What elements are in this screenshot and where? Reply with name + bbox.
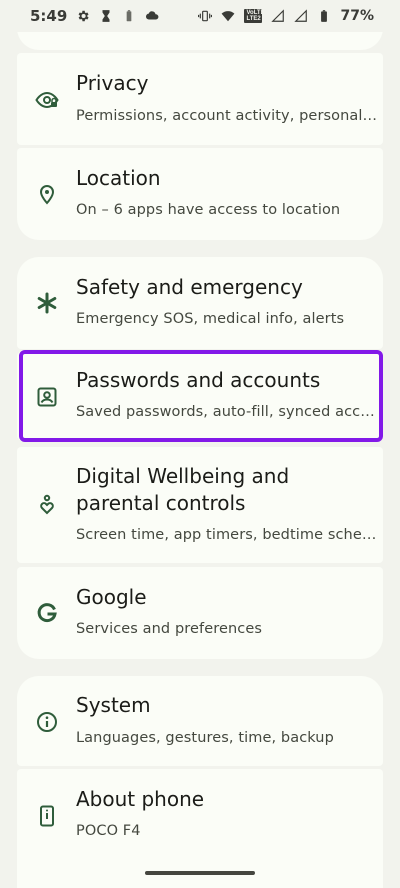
- google-subtitle: Services and preferences: [76, 621, 263, 637]
- gesture-nav-handle[interactable]: [145, 871, 255, 875]
- about-title: About phone: [76, 787, 205, 811]
- system-subtitle: Languages, gestures, time, backup: [76, 730, 334, 746]
- battery-percent: 77%: [340, 8, 374, 24]
- wellbeing-title: Digital Wellbeing and parental controls: [76, 464, 290, 515]
- about-subtitle: POCO F4: [76, 823, 141, 839]
- hourglass-icon: [99, 9, 113, 23]
- google-title: Google: [76, 585, 147, 609]
- system-title: System: [76, 693, 151, 717]
- wifi-icon: [221, 9, 235, 23]
- settings-item-location[interactable]: Location On – 6 apps have access to loca…: [17, 148, 383, 240]
- gear-icon: [76, 9, 90, 23]
- info-circle-icon: [35, 710, 59, 734]
- signal-icon-2: [294, 9, 308, 23]
- location-subtitle: On – 6 apps have access to location: [76, 202, 341, 218]
- settings-item-privacy[interactable]: Privacy Permissions, account activity, p…: [17, 53, 383, 145]
- status-bar: 5:49 VoLTE LTE2 77%: [0, 0, 400, 32]
- highlight-box: [19, 350, 383, 442]
- settings-item-safety[interactable]: Safety and emergency Emergency SOS, medi…: [17, 257, 383, 349]
- safety-subtitle: Emergency SOS, medical info, alerts: [76, 311, 345, 327]
- privacy-title: Privacy: [76, 71, 149, 95]
- eye-lock-icon: [35, 88, 59, 112]
- settings-item-wellbeing[interactable]: Digital Wellbeing and parental controls …: [17, 447, 383, 563]
- safety-title: Safety and emergency: [76, 275, 303, 299]
- asterisk-icon: [35, 291, 59, 315]
- wellbeing-subtitle: Screen time, app timers, bedtime schedul…: [76, 527, 381, 543]
- privacy-subtitle: Permissions, account activity, personal …: [76, 108, 381, 124]
- settings-item-system[interactable]: System Languages, gestures, time, backup: [17, 676, 383, 766]
- google-g-icon: [35, 601, 59, 625]
- cloud-icon: [145, 9, 159, 23]
- settings-item-google[interactable]: Google Services and preferences: [17, 567, 383, 659]
- volte-badge: VoLTE LTE2: [244, 9, 265, 23]
- phone-icon: [35, 804, 59, 828]
- battery-icon: [317, 9, 331, 23]
- location-pin-icon: [35, 182, 59, 206]
- signal-icon: [271, 9, 285, 23]
- wellbeing-heart-icon: [35, 493, 59, 517]
- status-time: 5:49: [30, 7, 68, 25]
- battery-saver-small-icon: [122, 9, 136, 23]
- vibrate-icon: [198, 9, 213, 23]
- location-title: Location: [76, 166, 161, 190]
